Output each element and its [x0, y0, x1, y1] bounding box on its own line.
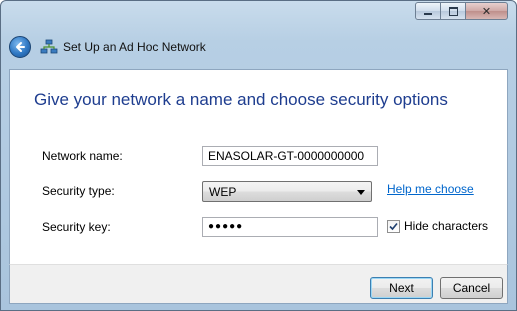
next-button[interactable]: Next	[370, 277, 433, 299]
navigation-row: Set Up an Ad Hoc Network	[9, 33, 206, 61]
back-arrow-icon	[16, 42, 25, 52]
button-bar: Next Cancel	[9, 264, 508, 304]
content-panel: Give your network a name and choose secu…	[9, 69, 508, 264]
maximize-icon	[448, 6, 458, 16]
hide-characters-label: Hide characters	[404, 219, 489, 233]
back-button[interactable]	[9, 36, 31, 58]
security-type-label: Security type:	[42, 184, 115, 198]
title-bar[interactable]: ✕	[1, 1, 516, 31]
cancel-button[interactable]: Cancel	[440, 277, 503, 299]
help-me-choose-link[interactable]: Help me choose	[387, 182, 474, 196]
network-name-input[interactable]: ENASOLAR-GT-0000000000	[202, 146, 378, 166]
dialog-window: ✕ Set Up an Ad Hoc Network Give your net…	[0, 0, 517, 311]
maximize-button[interactable]	[440, 2, 466, 20]
page-heading: Give your network a name and choose secu…	[34, 90, 448, 109]
minimize-icon	[424, 12, 432, 15]
checkmark-icon	[389, 222, 398, 230]
hide-characters-checkbox[interactable]	[387, 219, 400, 233]
close-icon: ✕	[481, 5, 492, 18]
window-title: Set Up an Ad Hoc Network	[63, 40, 206, 54]
security-key-label: Security key:	[42, 220, 111, 234]
chevron-down-icon	[357, 190, 365, 195]
security-type-dropdown[interactable]: WEP	[202, 181, 372, 202]
window-controls: ✕	[415, 2, 508, 20]
close-button[interactable]: ✕	[465, 2, 508, 20]
minimize-button[interactable]	[415, 2, 441, 20]
security-type-value: WEP	[209, 185, 237, 199]
hide-characters-row[interactable]: Hide characters	[387, 219, 488, 233]
network-name-label: Network name:	[42, 149, 123, 163]
security-key-input[interactable]: ●●●●●	[202, 217, 378, 237]
ad-hoc-network-icon	[40, 39, 58, 54]
